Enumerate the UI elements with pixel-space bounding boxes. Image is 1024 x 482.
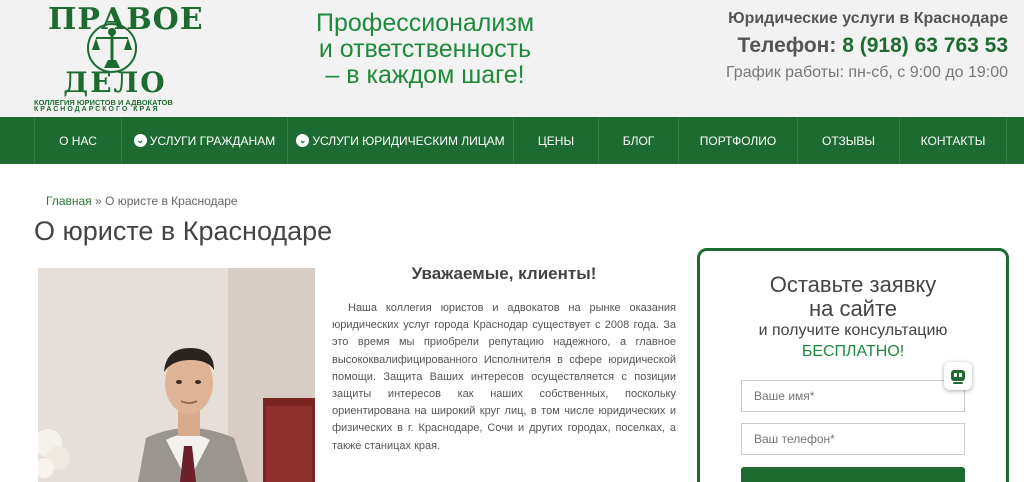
lawyer-portrait-image — [38, 268, 315, 482]
nav-item-portfolio[interactable]: Портфолио — [678, 117, 797, 164]
slogan-line: Профессионализм — [315, 9, 535, 37]
breadcrumb-current: О юристе в Краснодаре — [105, 194, 238, 208]
nav-item-label: Услуги юридическим лицам — [312, 133, 505, 148]
nav-item-contacts[interactable]: Контакты — [899, 117, 1007, 164]
phone-label: Телефон: — [737, 34, 837, 57]
article-text: Наша коллегия юристов и адвокатов на рын… — [332, 302, 676, 452]
phone-input[interactable] — [741, 423, 965, 455]
nav-item-label: Контакты — [920, 133, 986, 148]
nav-item-legal-entities[interactable]: ⌄ Услуги юридическим лицам — [287, 117, 513, 164]
slogan-line: и ответственность — [318, 35, 532, 63]
chat-widget-icon[interactable] — [944, 362, 972, 390]
breadcrumb-separator: » — [95, 194, 102, 208]
logo-bottom-text: ДЕЛО — [63, 66, 167, 99]
nav-item-label: Цены — [537, 133, 575, 148]
form-subtitle: и получите консультацию — [758, 322, 948, 339]
nav-item-label: Отзывы — [821, 133, 876, 148]
article-title: Уважаемые, клиенты! — [411, 264, 597, 283]
nav-item-label: О нас — [59, 133, 97, 148]
nav-item-prices[interactable]: Цены — [513, 117, 598, 164]
submit-button[interactable] — [741, 467, 965, 482]
form-title-line: на сайте — [808, 296, 898, 321]
form-free-label: БЕСПЛАТНО! — [801, 343, 905, 360]
site-header: ПРАВОЕ ДЕЛО КОЛЛЕГИЯ ЮРИСТОВ И АДВОКАТОВ… — [0, 0, 1024, 117]
phone[interactable]: Телефон: 8 (918) 63 763 53 — [678, 34, 1008, 58]
nav-item-about[interactable]: О нас — [34, 117, 121, 164]
slogan-line: – в каждом шаге! — [325, 61, 525, 89]
breadcrumb-home[interactable]: Главная — [46, 194, 92, 208]
chevron-down-icon: ⌄ — [296, 134, 310, 147]
header-contacts: Юридические услуги в Краснодаре Телефон:… — [678, 10, 1008, 82]
logo[interactable]: ПРАВОЕ ДЕЛО КОЛЛЕГИЯ ЮРИСТОВ И АДВОКАТОВ… — [30, 0, 203, 117]
nav-item-label: Портфолио — [699, 133, 777, 148]
nav-item-citizens[interactable]: ⌄ Услуги гражданам — [121, 117, 287, 164]
service-city: Юридические услуги в Краснодаре — [728, 10, 1008, 27]
page-title: О юристе в Краснодаре — [34, 216, 333, 246]
form-title: Оставьте заявку на сайте — [700, 273, 1006, 321]
lawyer-photo — [38, 268, 315, 482]
slogan: Профессионализм и ответственность – в ка… — [280, 10, 570, 88]
chat-bot-icon — [951, 370, 965, 384]
work-hours: График работы: пн-сб, с 9:00 до 19:00 — [726, 64, 1008, 81]
logo-region: КРАСНОДАРСКОГО КРАЯ — [34, 106, 160, 113]
name-input[interactable] — [741, 380, 965, 412]
nav-item-blog[interactable]: Блог — [598, 117, 678, 164]
nav-item-label: Блог — [622, 133, 655, 148]
breadcrumb: Главная » О юристе в Краснодаре — [46, 194, 238, 208]
nav-item-label: Услуги гражданам — [149, 133, 276, 148]
phone-number[interactable]: 8 (918) 63 763 53 — [842, 34, 1008, 57]
main-nav: О нас ⌄ Услуги гражданам ⌄ Услуги юридичес… — [0, 117, 1024, 164]
form-title-line: Оставьте заявку — [769, 272, 937, 297]
nav-item-reviews[interactable]: Отзывы — [797, 117, 899, 164]
chevron-down-icon: ⌄ — [133, 134, 147, 147]
